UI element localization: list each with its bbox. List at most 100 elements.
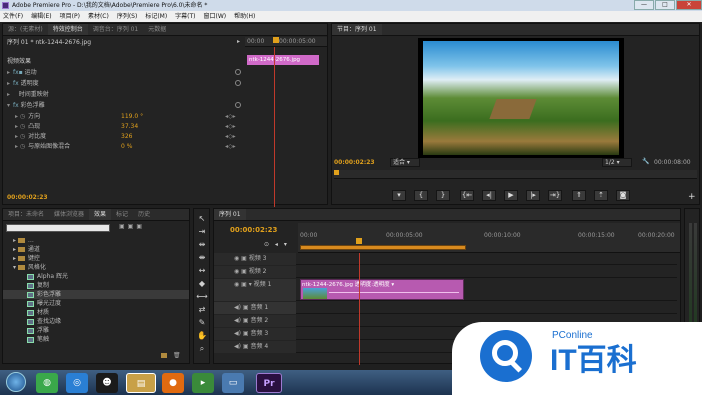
speaker-icon[interactable]: ◀) ▣: [234, 317, 249, 324]
tab-sequence[interactable]: 序列 01: [214, 209, 246, 220]
eye-icon[interactable]: ◉ ▣ ▾: [234, 281, 252, 288]
param-value-direction[interactable]: 119.0 °: [121, 112, 143, 121]
effects-filter-icons[interactable]: ▣▣▣: [119, 223, 183, 233]
menu-project[interactable]: 项目(P): [60, 11, 80, 22]
speaker-icon[interactable]: ◀) ▣: [234, 330, 249, 337]
work-area-bar[interactable]: [300, 245, 466, 250]
param-value-contrast[interactable]: 326: [121, 132, 132, 141]
browser-icon[interactable]: ◎: [66, 373, 88, 393]
effects-item[interactable]: Alpha 辉光: [27, 272, 68, 281]
effects-item-selected[interactable]: 彩色浮雕: [3, 290, 189, 299]
effects-search-input[interactable]: [6, 224, 110, 232]
camera-icon[interactable]: ◙: [616, 190, 630, 201]
effects-folder-item[interactable]: ▸ 通道: [13, 245, 40, 254]
eye-icon[interactable]: ◉ ▣: [234, 268, 247, 275]
firefox-icon[interactable]: ●: [162, 373, 184, 393]
effects-item[interactable]: 笔触: [27, 335, 49, 344]
reset-icon[interactable]: [235, 80, 241, 86]
rate-stretch-tool-icon[interactable]: ↔: [196, 265, 208, 276]
effect-row-time-remap[interactable]: ▸ 时间重映射: [7, 90, 49, 99]
add-marker-button[interactable]: ▾: [392, 190, 406, 201]
effect-row-motion[interactable]: ▸ fx▪ 运动: [7, 68, 37, 77]
stopwatch-icon[interactable]: ▸ ◷: [15, 143, 25, 150]
extract-button[interactable]: ⇡: [594, 190, 608, 201]
timeline-snap-icons[interactable]: ⊙ ◂ ▾: [264, 241, 289, 248]
speaker-icon[interactable]: ◀) ▣: [234, 343, 249, 350]
ec-timecode[interactable]: 00:00:02:23: [7, 194, 48, 201]
ec-clip-bar[interactable]: ntk-1244-2676.jpg: [247, 55, 319, 65]
stopwatch-icon[interactable]: ▸ ◷: [15, 113, 25, 120]
menu-clip[interactable]: 素材(C): [88, 11, 109, 22]
mark-in-button[interactable]: {: [414, 190, 428, 201]
stopwatch-icon[interactable]: ▸ ◷: [15, 123, 25, 130]
menu-window[interactable]: 窗口(W): [204, 11, 227, 22]
delete-icon[interactable]: 🗑: [173, 352, 181, 359]
keyframe-nav-icons[interactable]: ◂◇▸ ◂◇▸ ◂◇▸ ◂◇▸: [225, 112, 243, 152]
maximize-button[interactable]: □: [655, 0, 675, 10]
eye-icon[interactable]: ◉ ▣: [234, 255, 247, 262]
track-select-tool-icon[interactable]: ⇥: [196, 226, 208, 237]
effects-item[interactable]: 复制: [27, 281, 49, 290]
timeline-timecode[interactable]: 00:00:02:23: [230, 226, 277, 234]
effects-folder-item[interactable]: ▾ 风格化: [13, 263, 46, 272]
selection-tool-icon[interactable]: ↖: [196, 213, 208, 224]
play-button[interactable]: ▶: [504, 190, 518, 201]
razor-tool-icon[interactable]: ◆: [196, 278, 208, 289]
tab-program[interactable]: 节目：序列 01: [332, 24, 382, 35]
timeline-clip[interactable]: ntk-1244-2676.jpg 透明度:透明度 ▾: [300, 279, 464, 300]
stopwatch-icon[interactable]: ▸ ◷: [15, 133, 25, 140]
program-timecode[interactable]: 00:00:02:23: [334, 159, 375, 166]
program-scrub-bar[interactable]: [334, 170, 697, 179]
lift-button[interactable]: ⇑: [572, 190, 586, 201]
effects-item[interactable]: 曝光过度: [27, 299, 61, 308]
program-playhead[interactable]: [334, 170, 339, 175]
effect-row-color-emboss[interactable]: ▾ fx 彩色浮雕: [7, 101, 45, 110]
reset-icon[interactable]: [235, 69, 241, 75]
start-button-icon[interactable]: [6, 372, 26, 392]
menu-edit[interactable]: 编辑(E): [31, 11, 51, 22]
tab-history[interactable]: 历史: [133, 209, 155, 220]
play-only-icon[interactable]: ▸: [237, 38, 243, 46]
effects-item[interactable]: 浮雕: [27, 326, 49, 335]
menu-help[interactable]: 帮助(H): [234, 11, 255, 22]
tab-audio-mixer[interactable]: 调音台：序列 01: [88, 24, 144, 35]
param-value-blend[interactable]: 0 %: [121, 142, 132, 151]
tab-markers[interactable]: 标记: [111, 209, 133, 220]
slip-tool-icon[interactable]: ⟷: [196, 291, 208, 302]
go-to-out-button[interactable]: ⇥}: [548, 190, 562, 201]
rolling-edit-tool-icon[interactable]: ⇼: [196, 252, 208, 263]
go-to-in-button[interactable]: {⇤: [460, 190, 474, 201]
add-button-icon[interactable]: +: [688, 192, 696, 202]
step-forward-button[interactable]: |▸: [526, 190, 540, 201]
resolution-dropdown[interactable]: 1/2 ▾: [602, 158, 632, 167]
timeline-ruler[interactable]: 00:00 00:00:05:00 00:00:10:00 00:00:15:0…: [298, 223, 680, 253]
slide-tool-icon[interactable]: ⇄: [196, 304, 208, 315]
fit-dropdown[interactable]: 适合 ▾: [390, 158, 420, 167]
menu-marker[interactable]: 标记(M): [145, 11, 167, 22]
tab-source[interactable]: 源：(无素材): [3, 24, 48, 35]
opacity-rubberband[interactable]: [329, 292, 459, 293]
timeline-playhead-handle[interactable]: [356, 238, 362, 244]
tab-effects[interactable]: 效果: [89, 209, 112, 220]
taskbar-app-icon[interactable]: ◍: [36, 373, 58, 393]
tab-effect-controls[interactable]: 特效控制台: [47, 24, 88, 35]
expand-triangle-icon[interactable]: ▸: [7, 69, 10, 76]
step-back-button[interactable]: ◂|: [482, 190, 496, 201]
wrench-icon[interactable]: 🔧: [642, 158, 649, 165]
pen-tool-icon[interactable]: ✎: [196, 317, 208, 328]
ec-playhead-handle[interactable]: [273, 37, 279, 43]
premiere-taskbar-icon[interactable]: Pr: [256, 373, 282, 393]
new-bin-icon[interactable]: [161, 353, 167, 358]
qq-icon[interactable]: ☻: [96, 373, 118, 393]
param-value-relief[interactable]: 37.34: [121, 122, 138, 131]
close-button[interactable]: ✕: [676, 0, 702, 10]
menu-title[interactable]: 字幕(T): [175, 11, 195, 22]
zoom-tool-icon[interactable]: ⌕: [196, 343, 208, 354]
hand-tool-icon[interactable]: ✋: [196, 330, 208, 341]
menu-sequence[interactable]: 序列(S): [117, 11, 138, 22]
explorer-icon[interactable]: ▤: [126, 373, 156, 393]
mark-out-button[interactable]: }: [436, 190, 450, 201]
effects-folder-item[interactable]: ▸ …: [13, 236, 34, 245]
speaker-icon[interactable]: ◀) ▣: [234, 304, 249, 311]
tab-project[interactable]: 项目：未命名: [3, 209, 49, 220]
